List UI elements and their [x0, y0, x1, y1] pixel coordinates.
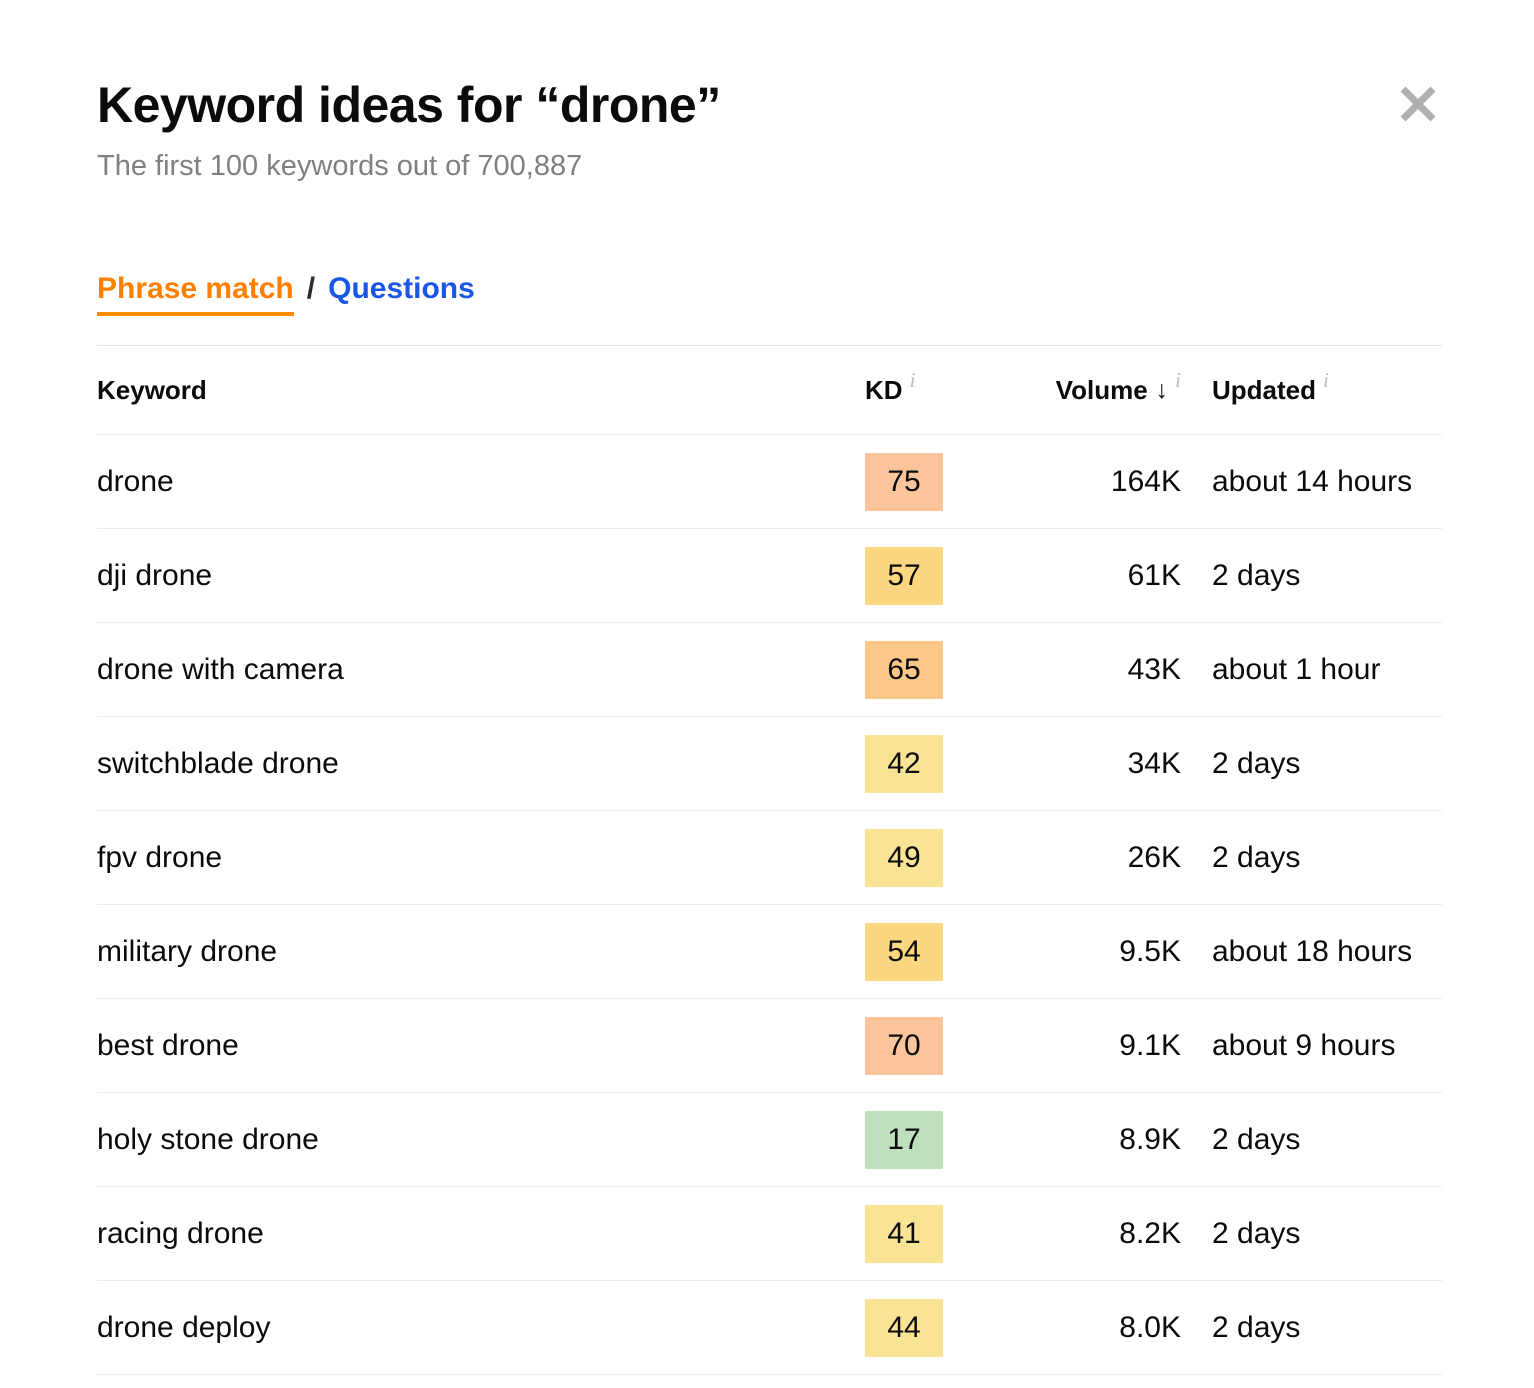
kd-badge: 17 — [865, 1111, 943, 1169]
info-icon-updated[interactable]: i — [1323, 368, 1329, 393]
cell-keyword[interactable]: dji drone — [97, 559, 865, 593]
cell-keyword[interactable]: drone with camera — [97, 653, 865, 687]
column-header-kd[interactable]: KD i — [865, 375, 980, 406]
cell-volume: 8.0K — [980, 1311, 1182, 1345]
cell-kd: 42 — [865, 735, 980, 793]
kd-badge: 49 — [865, 829, 943, 887]
cell-volume: 43K — [980, 653, 1182, 687]
table-body: drone75164Kabout 14 hoursdji drone5761K2… — [97, 435, 1442, 1375]
cell-keyword[interactable]: fpv drone — [97, 841, 865, 875]
cell-keyword[interactable]: military drone — [97, 935, 865, 969]
table-row[interactable]: drone75 164Kabout 14 hours — [97, 435, 1442, 529]
column-header-updated[interactable]: Updated i — [1182, 375, 1442, 406]
cell-updated: 2 days — [1182, 747, 1442, 781]
info-icon-volume[interactable]: i — [1175, 368, 1181, 393]
cell-kd: 75 — [865, 453, 980, 511]
cell-keyword[interactable]: drone deploy — [97, 1311, 865, 1345]
cell-updated: 2 days — [1182, 841, 1442, 875]
cell-volume: 61K — [980, 559, 1182, 593]
kd-badge: 44 — [865, 1299, 943, 1357]
kd-badge: 54 — [865, 923, 943, 981]
kd-badge: 42 — [865, 735, 943, 793]
cell-updated: about 14 hours — [1182, 465, 1442, 499]
table-row[interactable]: military drone54 9.5Kabout 18 hours — [97, 905, 1442, 999]
table-row[interactable]: drone with camera65 43Kabout 1 hour — [97, 623, 1442, 717]
cell-volume: 164K — [980, 465, 1182, 499]
cell-keyword[interactable]: holy stone drone — [97, 1123, 865, 1157]
kd-badge: 41 — [865, 1205, 943, 1263]
table-row[interactable]: best drone70 9.1Kabout 9 hours — [97, 999, 1442, 1093]
cell-updated: about 1 hour — [1182, 653, 1442, 687]
match-type-tabs: Phrase match / Questions — [97, 272, 475, 316]
table-row[interactable]: switchblade drone42 34K2 days — [97, 717, 1442, 811]
cell-keyword[interactable]: best drone — [97, 1029, 865, 1063]
close-icon — [1396, 82, 1440, 126]
table-row[interactable]: fpv drone49 26K2 days — [97, 811, 1442, 905]
page-title: Keyword ideas for “drone” — [97, 78, 1442, 133]
keyword-ideas-dialog: Keyword ideas for “drone” The first 100 … — [0, 0, 1534, 1388]
close-button[interactable] — [1394, 80, 1442, 128]
cell-updated: about 18 hours — [1182, 935, 1442, 969]
table-header-row: Keyword KD i Volume ↓ i Updated i — [97, 345, 1442, 435]
keyword-table: Keyword KD i Volume ↓ i Updated i drone7… — [97, 345, 1442, 1375]
kd-badge: 75 — [865, 453, 943, 511]
cell-kd: 70 — [865, 1017, 980, 1075]
cell-keyword[interactable]: switchblade drone — [97, 747, 865, 781]
cell-kd: 57 — [865, 547, 980, 605]
cell-kd: 65 — [865, 641, 980, 699]
cell-updated: 2 days — [1182, 1123, 1442, 1157]
cell-volume: 9.1K — [980, 1029, 1182, 1063]
cell-volume: 26K — [980, 841, 1182, 875]
table-row[interactable]: drone deploy44 8.0K2 days — [97, 1281, 1442, 1375]
sort-descending-icon[interactable]: ↓ — [1156, 376, 1169, 405]
cell-keyword[interactable]: drone — [97, 465, 865, 499]
table-row[interactable]: holy stone drone17 8.9K2 days — [97, 1093, 1442, 1187]
cell-updated: 2 days — [1182, 559, 1442, 593]
cell-kd: 17 — [865, 1111, 980, 1169]
tab-phrase-match[interactable]: Phrase match — [97, 272, 294, 316]
cell-kd: 54 — [865, 923, 980, 981]
dialog-subtitle: The first 100 keywords out of 700,887 — [97, 133, 1442, 184]
info-icon-kd[interactable]: i — [910, 368, 916, 393]
column-header-volume[interactable]: Volume ↓ i — [980, 375, 1182, 406]
cell-volume: 8.2K — [980, 1217, 1182, 1251]
cell-kd: 49 — [865, 829, 980, 887]
cell-kd: 44 — [865, 1299, 980, 1357]
cell-keyword[interactable]: racing drone — [97, 1217, 865, 1251]
cell-kd: 41 — [865, 1205, 980, 1263]
column-header-keyword[interactable]: Keyword — [97, 373, 865, 407]
cell-volume: 34K — [980, 747, 1182, 781]
kd-badge: 70 — [865, 1017, 943, 1075]
table-row[interactable]: racing drone41 8.2K2 days — [97, 1187, 1442, 1281]
tab-questions[interactable]: Questions — [328, 272, 475, 316]
kd-badge: 65 — [865, 641, 943, 699]
cell-volume: 8.9K — [980, 1123, 1182, 1157]
kd-badge: 57 — [865, 547, 943, 605]
cell-updated: about 9 hours — [1182, 1029, 1442, 1063]
cell-volume: 9.5K — [980, 935, 1182, 969]
cell-updated: 2 days — [1182, 1311, 1442, 1345]
table-row[interactable]: dji drone57 61K2 days — [97, 529, 1442, 623]
tab-separator: / — [307, 272, 315, 306]
dialog-header: Keyword ideas for “drone” The first 100 … — [97, 78, 1442, 184]
cell-updated: 2 days — [1182, 1217, 1442, 1251]
